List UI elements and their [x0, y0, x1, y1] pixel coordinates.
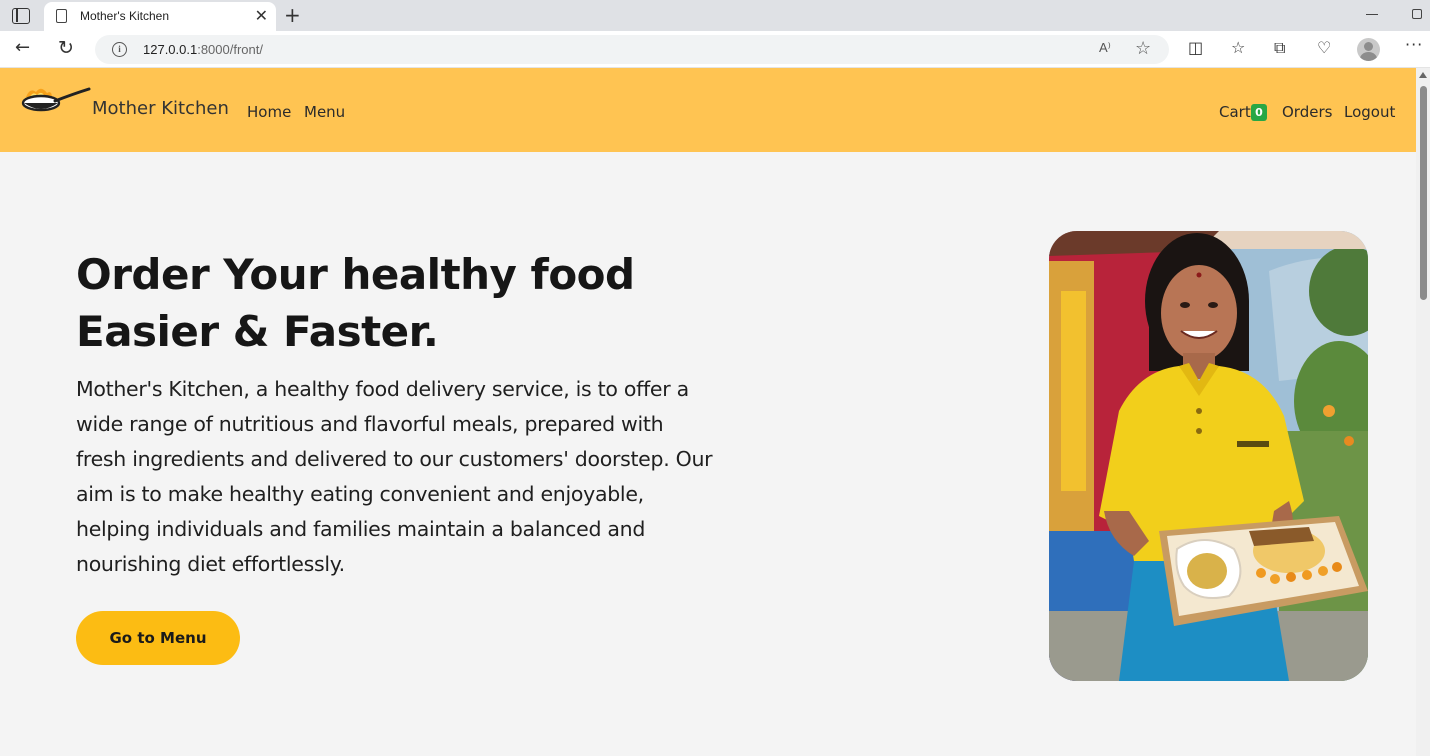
heart-pulse-icon[interactable]: ♡: [1317, 38, 1331, 57]
site-navbar: Mother Kitchen Home Menu Cart 0 Orders L…: [0, 68, 1416, 152]
browser-toolbar: ← ↻ i 127.0.0.1:8000/front/ A⁾ ☆ ◫ ☆ ⧉ ♡…: [0, 31, 1430, 68]
scroll-up-arrow-icon[interactable]: [1419, 72, 1427, 78]
page-icon: [56, 9, 67, 23]
more-icon[interactable]: ···: [1405, 35, 1423, 54]
hero-title-line-1: Order Your healthy food: [76, 250, 635, 299]
window-menu-icon[interactable]: [12, 8, 30, 24]
minimize-icon[interactable]: [1366, 14, 1378, 16]
nav-link-menu[interactable]: Menu: [304, 103, 345, 121]
page-scrollbar[interactable]: [1416, 68, 1430, 756]
scrollbar-thumb[interactable]: [1420, 86, 1427, 300]
hero-title: Order Your healthy food Easier & Faster.: [76, 246, 716, 360]
close-icon[interactable]: ✕: [255, 6, 268, 25]
split-screen-icon[interactable]: ◫: [1188, 38, 1203, 57]
page-viewport: Mother Kitchen Home Menu Cart 0 Orders L…: [0, 68, 1416, 756]
url-text[interactable]: 127.0.0.1:8000/front/: [143, 42, 263, 57]
nav-link-cart[interactable]: Cart: [1219, 103, 1251, 121]
hero-description: Mother's Kitchen, a healthy food deliver…: [76, 377, 713, 576]
restore-icon[interactable]: [1412, 9, 1422, 19]
logo-icon[interactable]: [21, 86, 91, 122]
browser-tab[interactable]: Mother's Kitchen ✕: [44, 2, 276, 31]
back-arrow-icon[interactable]: ←: [15, 37, 30, 58]
favorites-icon[interactable]: ☆: [1231, 38, 1245, 57]
nav-link-home[interactable]: Home: [247, 103, 291, 121]
nav-link-logout[interactable]: Logout: [1344, 103, 1395, 121]
plus-icon[interactable]: +: [284, 3, 301, 27]
info-icon[interactable]: i: [112, 42, 127, 57]
go-to-menu-button[interactable]: Go to Menu: [76, 611, 240, 665]
url-path: :8000/front/: [197, 42, 263, 57]
reload-icon[interactable]: ↻: [58, 37, 74, 59]
nav-link-orders[interactable]: Orders: [1282, 103, 1332, 121]
cart-count-badge: 0: [1251, 104, 1267, 121]
hero-image: [1049, 231, 1368, 681]
brand-name[interactable]: Mother Kitchen: [92, 98, 229, 119]
collections-icon[interactable]: ⧉: [1274, 38, 1285, 58]
read-aloud-icon[interactable]: A⁾: [1099, 40, 1111, 56]
hero-title-line-2: Easier & Faster.: [76, 307, 439, 356]
address-bar[interactable]: i 127.0.0.1:8000/front/ A⁾ ☆: [95, 35, 1169, 64]
url-host: 127.0.0.1: [143, 42, 198, 57]
browser-tab-bar: Mother's Kitchen ✕ +: [0, 0, 1430, 31]
tab-title: Mother's Kitchen: [80, 9, 169, 23]
profile-avatar-icon[interactable]: [1357, 38, 1380, 61]
star-icon[interactable]: ☆: [1135, 38, 1151, 59]
